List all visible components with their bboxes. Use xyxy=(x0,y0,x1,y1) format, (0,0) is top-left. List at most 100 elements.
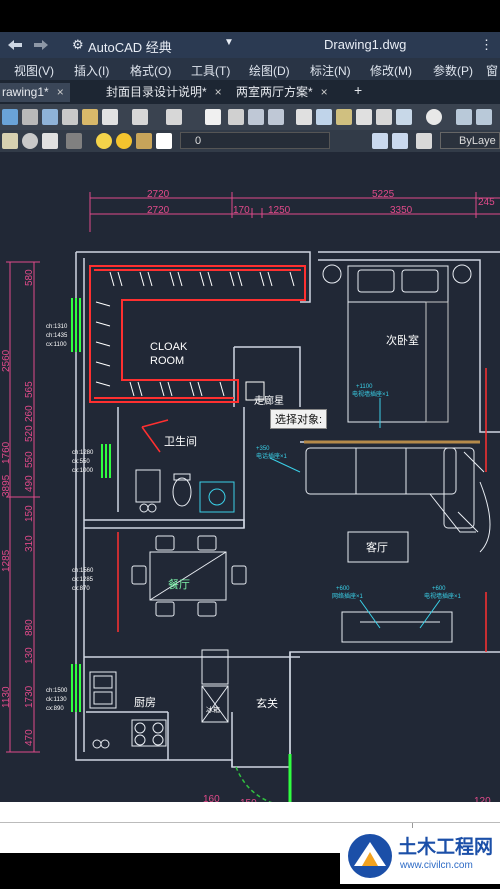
paste-icon[interactable] xyxy=(82,109,98,125)
menu-window[interactable]: 窗 xyxy=(486,62,498,79)
floor-plan[interactable]: 2720 5225 245 2720 170 1250 3350 2560 17… xyxy=(0,152,500,802)
dim-text: 580 xyxy=(24,269,35,286)
lightbulb-icon[interactable] xyxy=(96,133,112,149)
layer-manager-icon[interactable] xyxy=(2,133,18,149)
dim-text: 2720 xyxy=(147,189,170,200)
menu-modify[interactable]: 修改(M) xyxy=(370,62,412,79)
dim-text: 1285 xyxy=(1,549,12,572)
help-icon[interactable] xyxy=(426,109,442,125)
command-tooltip: 选择对象: xyxy=(270,409,328,429)
corridor-label: 走廊星 xyxy=(254,394,284,407)
window-height: ck:1285 xyxy=(72,577,94,583)
dim-text: 3350 xyxy=(390,205,413,216)
standard-toolbar xyxy=(0,104,500,130)
chevron-down-icon[interactable]: ▼ xyxy=(224,37,234,48)
zoom-previous-icon[interactable] xyxy=(268,109,284,125)
menu-insert[interactable]: 插入(I) xyxy=(74,62,109,79)
markup-icon[interactable] xyxy=(376,109,392,125)
print-icon[interactable] xyxy=(42,109,58,125)
model-icon[interactable] xyxy=(476,109,492,125)
pan-icon[interactable] xyxy=(205,109,221,125)
dim-text: 1760 xyxy=(1,441,12,464)
bathroom-fixtures xyxy=(135,469,235,513)
new-tab-button[interactable]: + xyxy=(348,81,368,100)
layer-dropdown[interactable]: 0 xyxy=(180,132,330,149)
socket-height: +600 xyxy=(432,586,446,592)
undo-icon[interactable] xyxy=(132,109,148,125)
dim-text: 470 xyxy=(24,729,35,746)
tab-cover-catalog[interactable]: 封面目录设计说明* × xyxy=(100,83,228,102)
room-label-cloak: ROOM xyxy=(150,355,184,367)
menu-dimension[interactable]: 标注(N) xyxy=(310,62,351,79)
quickcalc-icon[interactable] xyxy=(396,109,412,125)
gear-icon[interactable]: ⚙ xyxy=(72,37,84,53)
tab-drawing1[interactable]: rawing1* × xyxy=(0,83,70,102)
menu-format[interactable]: 格式(O) xyxy=(130,62,171,79)
layer-walk-icon[interactable] xyxy=(416,133,432,149)
close-icon[interactable]: × xyxy=(321,85,328,99)
dim-text: 490 xyxy=(24,475,35,492)
window-height: cx:890 xyxy=(46,706,64,712)
room-label-dining: 餐厅 xyxy=(168,577,190,591)
properties-icon[interactable] xyxy=(296,109,312,125)
room-label-bathroom: 卫生间 xyxy=(164,434,197,448)
window-height: ck:1130 xyxy=(46,697,67,703)
menu-parametric[interactable]: 参数(P) xyxy=(433,62,473,79)
window-height: cx:870 xyxy=(72,586,90,592)
dim-text: 3895 xyxy=(1,474,12,497)
layout-icon[interactable] xyxy=(456,109,472,125)
layer-state-icon[interactable] xyxy=(42,133,58,149)
window-height: cx:1100 xyxy=(46,342,67,348)
menu-draw[interactable]: 绘图(D) xyxy=(249,62,290,79)
save-icon[interactable] xyxy=(22,109,38,125)
tab-label: 封面目录设计说明* xyxy=(106,85,207,99)
workspace-name[interactable]: AutoCAD 经典 xyxy=(88,37,172,56)
undo-redo-quick-access[interactable] xyxy=(4,37,64,53)
close-icon[interactable]: × xyxy=(215,85,222,99)
window-height: cx:1000 xyxy=(72,468,94,474)
copy-icon[interactable] xyxy=(62,109,78,125)
tv-unit xyxy=(341,611,453,643)
lock-icon[interactable] xyxy=(136,133,152,149)
drawing-canvas[interactable]: 2720 5225 245 2720 170 1250 3350 2560 17… xyxy=(0,152,500,802)
close-icon[interactable]: × xyxy=(57,85,64,99)
dim-text: 2560 xyxy=(1,349,12,372)
dim-text: 1250 xyxy=(268,205,291,216)
civilcn-logo-icon xyxy=(348,834,392,878)
more-icon[interactable]: ⋮ xyxy=(480,37,493,53)
tool-palettes-icon[interactable] xyxy=(336,109,352,125)
socket-note: 网络插座×1 xyxy=(332,592,364,600)
open-icon[interactable] xyxy=(2,109,18,125)
autocad-window: ⚙ AutoCAD 经典 ▼ Drawing1.dwg ⋮ 视图(V) 插入(I… xyxy=(0,32,500,853)
watermark: 土木工程网 www.civilcn.com xyxy=(340,828,500,884)
zoom-realtime-icon[interactable] xyxy=(228,109,244,125)
design-center-icon[interactable] xyxy=(316,109,332,125)
sheet-set-icon[interactable] xyxy=(356,109,372,125)
window-height: ch:1435 xyxy=(46,333,68,339)
window-height: ck:550 xyxy=(72,459,90,465)
menu-view[interactable]: 视图(V) xyxy=(14,62,54,79)
window-height: ch:1500 xyxy=(46,688,68,694)
dim-text: 5225 xyxy=(372,189,395,200)
gear-icon[interactable] xyxy=(22,133,38,149)
match-properties-icon[interactable] xyxy=(102,109,118,125)
redo-icon[interactable] xyxy=(166,109,182,125)
socket-height: +350 xyxy=(256,446,270,452)
make-current-icon[interactable] xyxy=(372,133,388,149)
sun-icon[interactable] xyxy=(116,133,132,149)
linetype-value: ByLaye xyxy=(459,135,496,147)
dim-text: 565 xyxy=(24,381,35,398)
dim-text: 160 xyxy=(203,794,220,802)
window-height: ch:1560 xyxy=(72,568,94,574)
layer-isolate-icon[interactable] xyxy=(392,133,408,149)
zoom-window-icon[interactable] xyxy=(248,109,264,125)
dim-text: 260 xyxy=(24,405,35,422)
walls xyxy=(75,251,500,768)
socket-height: +1100 xyxy=(356,384,373,390)
socket-height: +600 xyxy=(336,586,350,592)
color-swatch-icon xyxy=(156,133,172,149)
tab-two-room-plan[interactable]: 两室两厅方案* × xyxy=(230,83,334,102)
menu-tools[interactable]: 工具(T) xyxy=(191,62,230,79)
layer-previous-icon[interactable] xyxy=(66,133,82,149)
linetype-dropdown[interactable]: ByLaye xyxy=(440,132,500,149)
